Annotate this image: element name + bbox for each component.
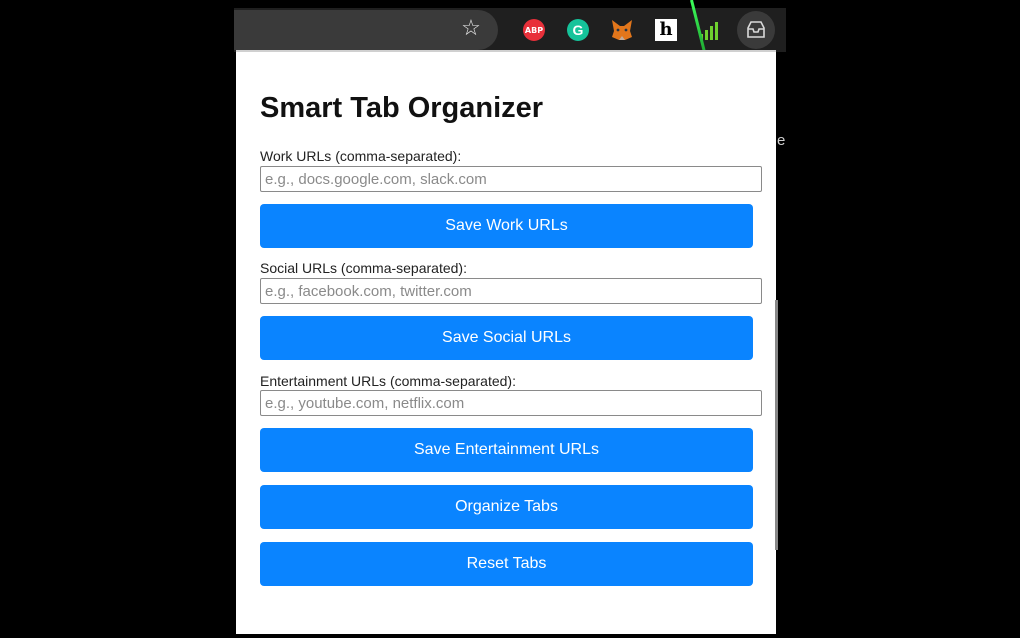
adblock-plus-label: ABP <box>523 19 545 41</box>
metamask-fox-icon[interactable] <box>610 18 634 42</box>
extension-popup: Smart Tab Organizer Work URLs (comma-sep… <box>236 50 776 634</box>
star-icon[interactable]: ☆ <box>459 16 483 40</box>
entertainment-urls-label: Entertainment URLs (comma-separated): <box>260 373 516 389</box>
social-urls-label: Social URLs (comma-separated): <box>260 260 467 276</box>
work-urls-input[interactable] <box>260 166 762 192</box>
inbox-tray-icon[interactable] <box>736 11 776 49</box>
screen: ☆ ABP G h e Smart Tab Organizer Work URL… <box>0 0 1020 638</box>
page-title: Smart Tab Organizer <box>260 92 544 124</box>
save-work-urls-button[interactable]: Save Work URLs <box>260 204 753 248</box>
organize-tabs-button[interactable]: Organize Tabs <box>260 485 753 529</box>
popup-scrollbar[interactable] <box>775 300 778 550</box>
reset-tabs-button[interactable]: Reset Tabs <box>260 542 753 586</box>
save-social-urls-button[interactable]: Save Social URLs <box>260 316 753 360</box>
save-entertainment-urls-button[interactable]: Save Entertainment URLs <box>260 428 753 472</box>
honey-h-label: h <box>655 19 677 41</box>
grammarly-label: G <box>567 19 589 41</box>
background-text: e <box>777 132 786 149</box>
honey-h-icon[interactable]: h <box>654 18 678 42</box>
grammarly-icon[interactable]: G <box>566 18 590 42</box>
work-urls-label: Work URLs (comma-separated): <box>260 148 462 164</box>
entertainment-urls-input[interactable] <box>260 390 762 416</box>
adblock-plus-icon[interactable]: ABP <box>522 18 546 42</box>
social-urls-input[interactable] <box>260 278 762 304</box>
